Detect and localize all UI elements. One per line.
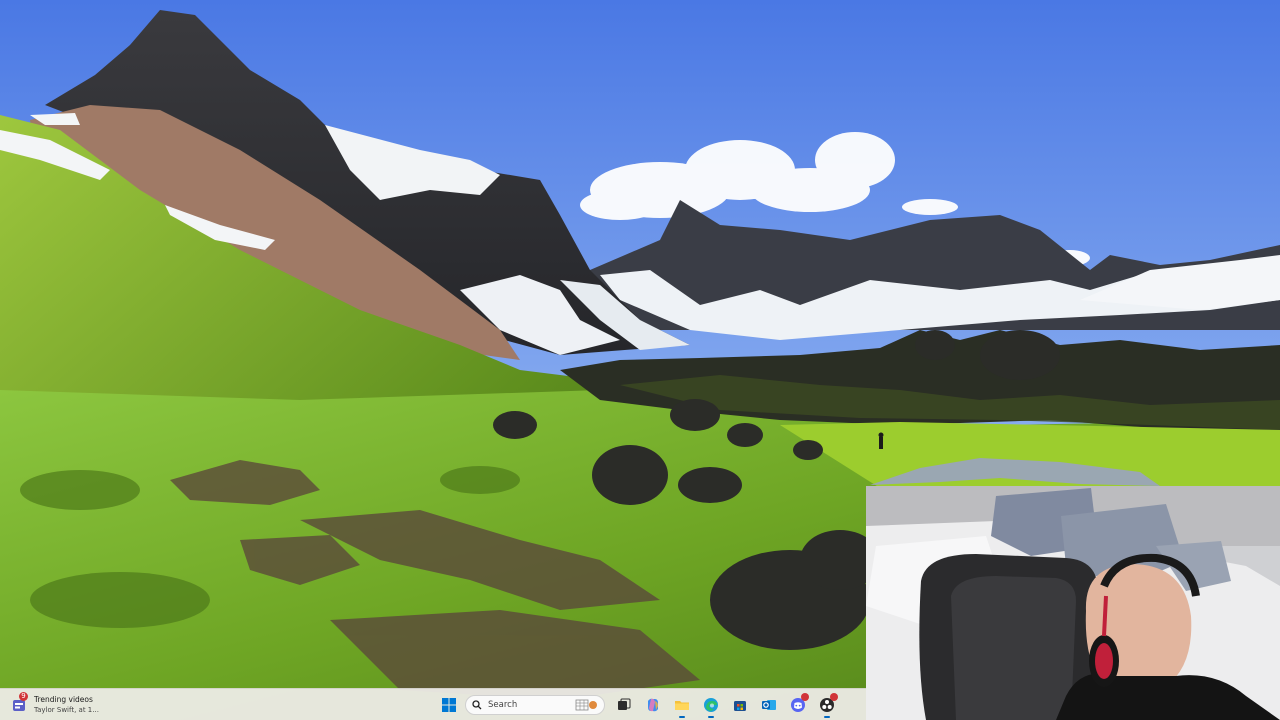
- active-indicator: [708, 716, 714, 718]
- file-explorer-button[interactable]: [669, 692, 695, 718]
- obs-badge: [830, 693, 838, 701]
- start-button[interactable]: [436, 692, 462, 718]
- store-button[interactable]: [727, 692, 753, 718]
- store-icon: [734, 701, 746, 711]
- discord-badge: [801, 693, 809, 701]
- taskbar: 9 Trending videos Taylor Swift, at 1...: [0, 688, 866, 720]
- widgets-icon: 9: [12, 692, 28, 713]
- widgets-badge: 9: [19, 692, 28, 701]
- widget-subtitle: Taylor Swift, at 1...: [34, 706, 99, 714]
- outlook-icon: [762, 700, 776, 710]
- task-view-icon: [618, 698, 631, 710]
- webcam-overlay: [866, 486, 1280, 720]
- desktop[interactable]: 9 Trending videos Taylor Swift, at 1...: [0, 0, 1280, 720]
- search-box[interactable]: Search: [465, 695, 605, 715]
- copilot-button[interactable]: [640, 692, 666, 718]
- active-indicator: [824, 716, 830, 718]
- active-indicator: [679, 716, 685, 718]
- edge-icon: [704, 698, 718, 712]
- obs-button[interactable]: [814, 692, 840, 718]
- search-placeholder: Search: [488, 700, 518, 710]
- windows-logo-icon: [442, 698, 456, 712]
- discord-button[interactable]: [785, 692, 811, 718]
- search-icon: [472, 700, 482, 710]
- outlook-button[interactable]: [756, 692, 782, 718]
- edge-button[interactable]: [698, 692, 724, 718]
- search-highlight-icon: [575, 699, 597, 711]
- copilot-icon: [648, 698, 658, 712]
- widgets-button[interactable]: 9 Trending videos Taylor Swift, at 1...: [12, 692, 99, 717]
- widget-title: Trending videos: [34, 695, 93, 704]
- taskbar-center: Search: [436, 692, 843, 718]
- task-view-button[interactable]: [611, 692, 637, 718]
- folder-icon: [675, 701, 689, 710]
